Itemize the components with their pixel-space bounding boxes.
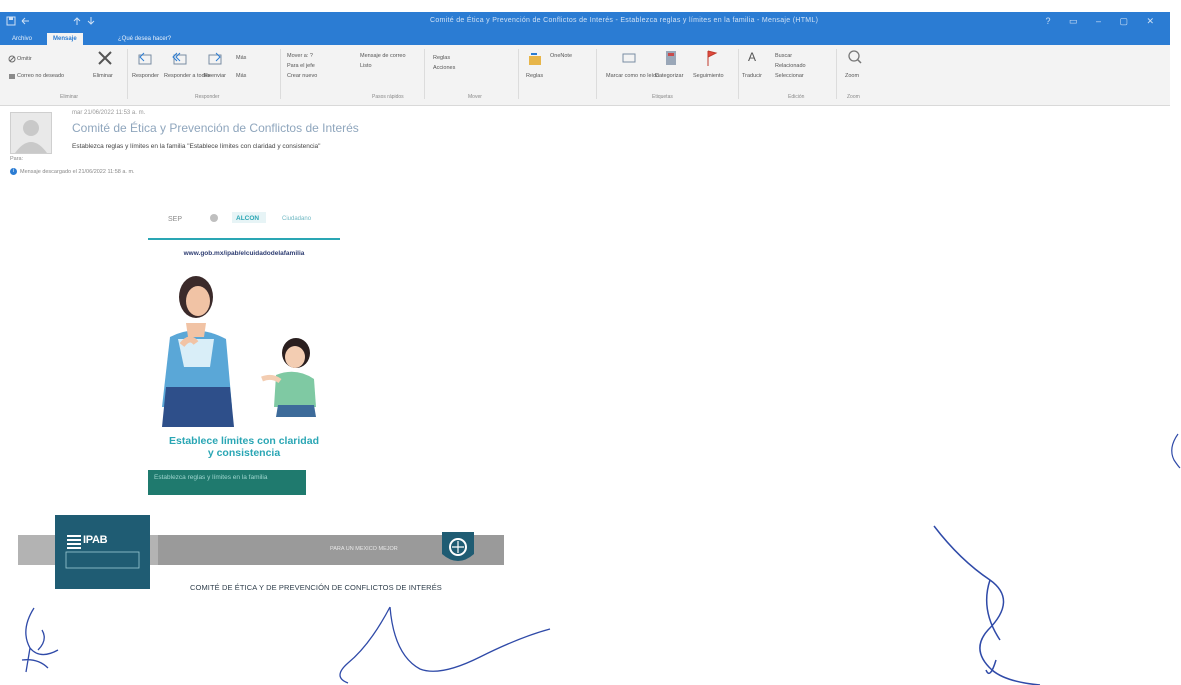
onenote-button[interactable]: OneNote bbox=[550, 53, 572, 59]
reply-button[interactable]: Responder bbox=[132, 73, 159, 79]
window-title: Comité de Ética y Prevención de Conflict… bbox=[430, 17, 819, 24]
tab-tell-me[interactable]: ¿Qué desea hacer? bbox=[112, 33, 177, 45]
group-label-delete: Eliminar bbox=[60, 94, 79, 100]
actions-button[interactable]: Acciones bbox=[433, 65, 455, 71]
svg-text:ALCON: ALCON bbox=[236, 215, 259, 222]
quick-step-2[interactable]: Para el jefe bbox=[287, 63, 315, 69]
ignore-icon bbox=[8, 55, 16, 63]
svg-text:A: A bbox=[748, 50, 756, 64]
tab-message[interactable]: Mensaje bbox=[47, 33, 83, 45]
forward-button[interactable]: Reenviar bbox=[204, 73, 226, 79]
poster-banner-text: Establezca reglas y límites en la famili… bbox=[154, 474, 268, 481]
info-icon: i bbox=[10, 168, 17, 175]
person-icon bbox=[15, 120, 47, 153]
group-label-editing: Edición bbox=[788, 94, 805, 100]
rules-button[interactable]: Reglas bbox=[433, 55, 450, 61]
categorize-icon bbox=[666, 51, 676, 65]
message-to: Para: bbox=[10, 156, 24, 162]
ignore-button[interactable]: Omitir bbox=[17, 56, 32, 62]
ribbon-separator bbox=[280, 49, 281, 99]
junk-icon bbox=[9, 74, 15, 79]
ipab-logo-text: IPAB bbox=[83, 534, 108, 546]
ribbon: Omitir Correo no deseado Eliminar Elimin… bbox=[0, 45, 1170, 106]
delete-icon bbox=[98, 51, 112, 65]
reply-icon bbox=[138, 52, 152, 65]
ribbon-separator bbox=[738, 49, 739, 99]
poster-image: SEP ALCON Ciudadano www.gob.mx/ipab/elcu… bbox=[148, 207, 348, 495]
down-arrow-icon[interactable] bbox=[86, 16, 96, 26]
message-sender[interactable]: Comité de Ética y Prevención de Conflict… bbox=[72, 121, 359, 135]
svg-text:Ciudadano: Ciudadano bbox=[282, 216, 312, 222]
save-icon[interactable] bbox=[6, 16, 16, 26]
group-label-tags: Etiquetas bbox=[652, 94, 673, 100]
ribbon-separator bbox=[596, 49, 597, 99]
related-button[interactable]: Relacionado bbox=[775, 63, 806, 69]
poster-slogan-line2: y consistencia bbox=[207, 447, 281, 459]
junk-button[interactable]: Correo no deseado bbox=[17, 73, 64, 79]
svg-text:SEP: SEP bbox=[168, 216, 182, 223]
group-label-respond: Responder bbox=[195, 94, 220, 100]
signature-right bbox=[933, 525, 1041, 685]
ribbon-separator bbox=[836, 49, 837, 99]
signature-middle bbox=[339, 606, 551, 684]
poster-logos: SEP ALCON Ciudadano bbox=[148, 207, 340, 235]
move-button[interactable]: Reglas bbox=[526, 73, 543, 79]
zoom-icon bbox=[848, 50, 862, 64]
delete-button[interactable]: Eliminar bbox=[93, 73, 113, 79]
message-date: mar 21/06/2022 11:53 a. m. bbox=[72, 110, 146, 116]
move-icon bbox=[529, 53, 541, 65]
translate-icon: A bbox=[748, 50, 756, 64]
group-label-quick-steps: Pasos rápidos bbox=[372, 94, 404, 100]
reply-more-button[interactable]: Más bbox=[236, 55, 246, 61]
poster-banner: Establezca reglas y límites en la famili… bbox=[148, 470, 306, 495]
ipab-emblem-icon bbox=[67, 535, 81, 549]
mark-unread-button[interactable]: Marcar como no leído bbox=[606, 73, 659, 79]
flag-icon bbox=[707, 50, 718, 66]
window-controls[interactable]: ? ▭ – ▢ ✕ bbox=[1045, 16, 1162, 27]
up-arrow-icon[interactable] bbox=[72, 16, 82, 26]
zoom-button[interactable]: Zoom bbox=[845, 73, 859, 79]
forward-icon bbox=[208, 52, 222, 65]
title-bar: Comité de Ética y Prevención de Conflict… bbox=[0, 12, 1170, 32]
ipab-logo: IPAB bbox=[55, 515, 150, 589]
select-button[interactable]: Seleccionar bbox=[775, 73, 804, 79]
quick-step-4[interactable]: Mensaje de correo bbox=[360, 53, 406, 59]
reply-more-button-2[interactable]: Más bbox=[236, 73, 246, 79]
mother-child-illustration bbox=[162, 276, 316, 427]
poster-url: www.gob.mx/ipab/elcuidadodelafamilia bbox=[183, 250, 305, 257]
group-label-move: Mover bbox=[468, 94, 482, 100]
ribbon-separator bbox=[518, 49, 519, 99]
ribbon-separator bbox=[424, 49, 425, 99]
ribbon-tabs: Archivo Mensaje ¿Qué desea hacer? bbox=[0, 32, 1170, 45]
quick-step-5[interactable]: Listo bbox=[360, 63, 372, 69]
sender-avatar bbox=[10, 112, 52, 154]
shield-emblem-icon bbox=[442, 532, 474, 561]
poster-slogan: Establece límites con claridad y consiste… bbox=[148, 435, 340, 459]
quick-step-3[interactable]: Crear nuevo bbox=[287, 73, 317, 79]
group-label-zoom: Zoom bbox=[847, 94, 860, 100]
poster-divider bbox=[148, 238, 340, 240]
footer-band-text: PARA UN MEXICO MEJOR bbox=[330, 546, 398, 552]
committee-label: COMITÉ DE ÉTICA Y DE PREVENCIÓN DE CONFL… bbox=[190, 583, 442, 592]
ribbon-separator bbox=[127, 49, 128, 99]
reply-all-icon bbox=[172, 52, 187, 65]
signature-left bbox=[21, 607, 59, 673]
poster-slogan-line1: Establece límites con claridad bbox=[169, 435, 319, 447]
mark-unread-icon bbox=[622, 53, 636, 63]
categorize-button[interactable]: Categorizar bbox=[655, 73, 683, 79]
find-button[interactable]: Buscar bbox=[775, 53, 792, 59]
message-info-bar[interactable]: i Mensaje descargado el 21/06/2022 11:58 … bbox=[10, 168, 135, 175]
signature-fragment-right bbox=[1171, 433, 1181, 469]
undo-icon[interactable] bbox=[20, 16, 30, 26]
tab-file[interactable]: Archivo bbox=[6, 33, 38, 45]
quick-step-1[interactable]: Mover a: ? bbox=[287, 53, 313, 59]
translate-button[interactable]: Traducir bbox=[742, 73, 762, 79]
message-info-text: Mensaje descargado el 21/06/2022 11:58 a… bbox=[20, 168, 135, 175]
follow-up-button[interactable]: Seguimiento bbox=[693, 73, 724, 79]
message-subject: Establezca reglas y límites en la famili… bbox=[72, 143, 321, 150]
